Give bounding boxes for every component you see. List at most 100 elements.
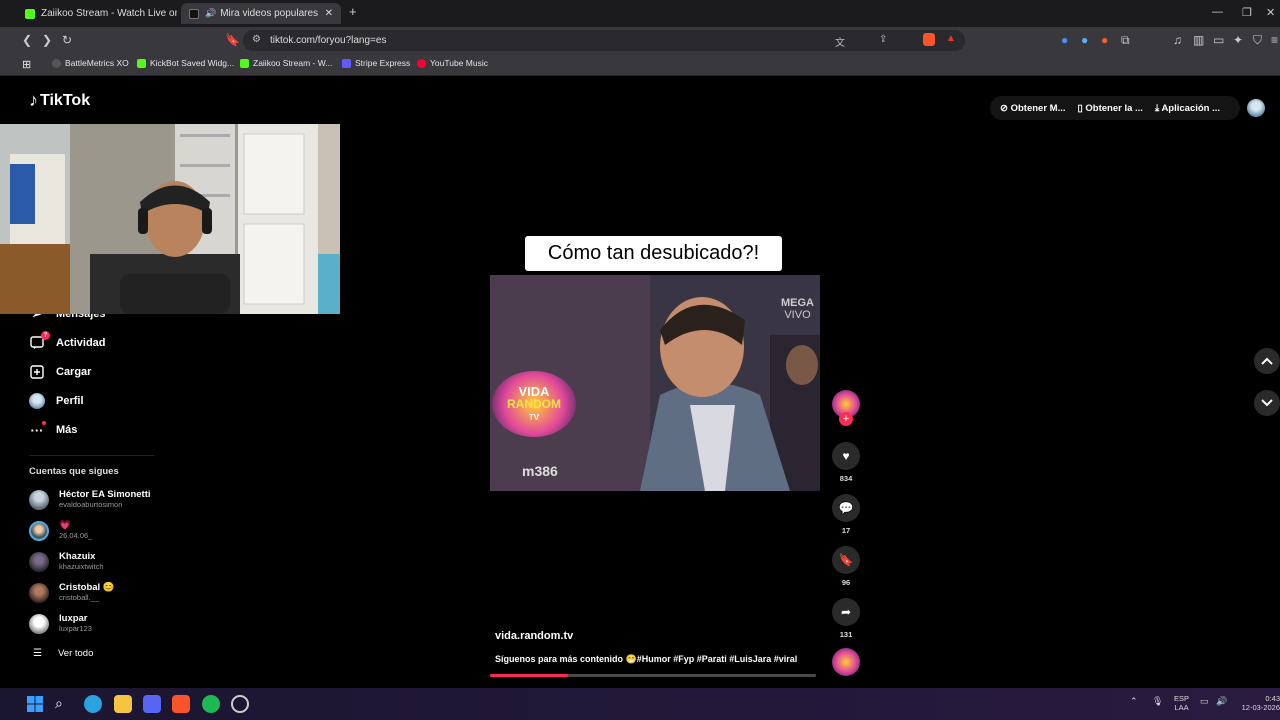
tiktok-note-icon: ♪ [29,90,38,110]
get-coins-button[interactable]: ⊘ Obtener M... [1000,103,1066,114]
forward-icon[interactable]: ❯ [42,33,52,47]
speaker-icon[interactable]: 🔊 [205,8,216,19]
following-account[interactable]: Khazuix khazuixtwitch [29,551,104,572]
windows-taskbar: ⌕ ⌃ 🎙 ESP LAA ▭ 🔊 0:43 12-03-2026 [0,688,1280,720]
url-text: tiktok.com/foryou?lang=es [270,35,387,46]
search-icon [52,58,61,68]
music-disc-button[interactable] [832,648,860,676]
close-tab-icon[interactable]: ✕ [325,8,333,19]
profile-avatar-button[interactable] [1247,99,1265,117]
webcam-image [0,124,340,314]
bookmark-battlemetrics[interactable]: BattleMetrics XO [52,58,129,68]
following-account[interactable]: luxpar luxpar123 [29,613,92,634]
following-account[interactable]: 💗 26.04.06_ [29,520,92,541]
following-account[interactable]: Cristobal 😊 cristoball.__ [29,582,115,603]
follow-plus-icon[interactable]: + [839,412,853,426]
network-icon[interactable]: ▭ [1200,696,1209,707]
tray-chevron-up-icon[interactable]: ⌃ [1130,696,1138,707]
account-handle: 26.04.06_ [59,531,93,540]
desktop-app-button[interactable]: ⤓ Aplicación ... [1155,103,1220,114]
caption-text: Cómo tan desubicado?! [547,242,760,264]
video-progress-bar[interactable] [490,674,816,677]
brave-rewards-icon[interactable]: ▲ [946,33,956,44]
tab-kick[interactable]: Zaiikoo Stream - Watch Live on Kick [17,3,177,24]
comment-button[interactable]: 💬 17 [832,494,860,535]
maximize-button[interactable]: ❐ [1242,6,1252,19]
media-icon[interactable]: ♫ [1173,33,1182,47]
close-window-button[interactable]: ✕ [1266,6,1275,19]
live-label: VIVO [784,309,811,321]
vpn-icon[interactable]: ⛉ [1253,33,1262,47]
tab-tiktok[interactable]: 🔊 Mira videos populares selecc ✕ [181,3,341,24]
discord-icon[interactable] [143,695,161,713]
channel-name: MEGA [781,297,814,309]
see-all-link[interactable]: ☰ Ver todo [33,648,93,659]
bookmark-kickbot[interactable]: KickBot Saved Widg... [137,58,234,68]
browser-tab-bar: Zaiikoo Stream - Watch Live on Kick 🔊 Mi… [0,0,1280,27]
new-tab-button[interactable]: + [349,4,357,19]
bookmark-icon[interactable]: 🔖 [225,33,240,47]
nav-label: Perfil [56,395,84,407]
creator-avatar-button[interactable]: + [832,390,860,426]
telegram-icon[interactable] [84,695,102,713]
apps-icon[interactable]: ⊞ [22,58,31,71]
leo-icon[interactable]: ✦ [1233,33,1243,47]
video-player[interactable]: MEGA VIVO VIDA RANDOM TV m386 [490,275,820,491]
account-name: Khazuix [59,551,96,562]
sidebar-icon[interactable]: ▥ [1193,33,1204,47]
obs-icon[interactable] [231,695,249,713]
avatar [29,520,49,541]
tab-title: Zaiikoo Stream - Watch Live on Kick [41,8,177,19]
clock[interactable]: 0:43 12-03-2026 [1238,694,1280,712]
like-button[interactable]: ♥ 834 [832,442,860,483]
microphone-icon[interactable]: 🎙 [1152,696,1163,707]
start-button[interactable] [26,695,44,713]
reload-icon[interactable]: ↻ [62,33,72,47]
volume-icon[interactable]: 🔊 [1216,696,1227,707]
bookmarks-bar: ⊞ BattleMetrics XO KickBot Saved Widg...… [0,54,1280,76]
nav-label: Actividad [56,337,106,349]
brave-shields-icon[interactable] [923,33,935,46]
get-app-button[interactable]: ▯ Obtener la ... [1078,103,1143,114]
bookmark-zaiikoo[interactable]: Zaiikoo Stream - W... [240,58,332,68]
profile-icon [29,393,45,409]
extension-icon[interactable]: ● [1061,33,1068,47]
site-info-icon[interactable]: ⚙ [252,34,261,45]
menu-icon[interactable]: ≡ [1271,33,1278,47]
tiktok-logo[interactable]: ♪ TikTok [29,90,90,111]
brave-browser-icon[interactable] [172,695,190,713]
account-name: Cristobal 😊 [59,582,115,593]
previous-video-button[interactable] [1254,348,1280,374]
spotify-icon[interactable] [202,695,220,713]
tiktok-page: ♪ TikTok ➢ Mensajes 7 Actividad Cargar P… [0,76,1280,688]
next-video-button[interactable] [1254,390,1280,416]
wallet-icon[interactable]: ▭ [1213,33,1224,47]
share-icon[interactable]: ⇪ [879,34,887,45]
nav-activity[interactable]: 7 Actividad [29,331,106,351]
video-author[interactable]: vida.random.tv [495,630,573,642]
extension-icon[interactable]: ● [1101,33,1108,47]
minimize-button[interactable]: — [1212,6,1223,18]
bookmark-stripe[interactable]: Stripe Express [342,58,410,68]
stripe-icon [342,58,351,68]
search-icon[interactable]: ⌕ [55,695,73,713]
windows-logo-icon [27,696,43,712]
translate-icon[interactable]: 文 [835,34,845,49]
address-bar[interactable]: ⚙ tiktok.com/foryou?lang=es 文 ⇪ ▲ [243,30,965,51]
avatar [29,613,49,634]
extension-icon[interactable]: ● [1081,33,1088,47]
nav-upload[interactable]: Cargar [29,364,91,380]
extensions-puzzle-icon[interactable]: ⧉ [1121,33,1130,47]
bookmark-youtube-music[interactable]: YouTube Music [417,58,488,68]
following-account[interactable]: Héctor EA Simonetti evaldoaburtosimon [29,489,151,510]
file-explorer-icon[interactable] [114,695,132,713]
lang-code: ESP [1174,694,1190,703]
nav-more[interactable]: ··· Más [29,421,77,438]
share-button[interactable]: ➦ 131 [832,598,860,639]
language-indicator[interactable]: ESP LAA [1174,694,1189,712]
chevron-up-icon [1261,357,1273,365]
back-icon[interactable]: ❮ [22,33,32,47]
save-button[interactable]: 🔖 96 [832,546,860,587]
nav-profile[interactable]: Perfil [29,393,84,409]
divider [29,455,154,456]
